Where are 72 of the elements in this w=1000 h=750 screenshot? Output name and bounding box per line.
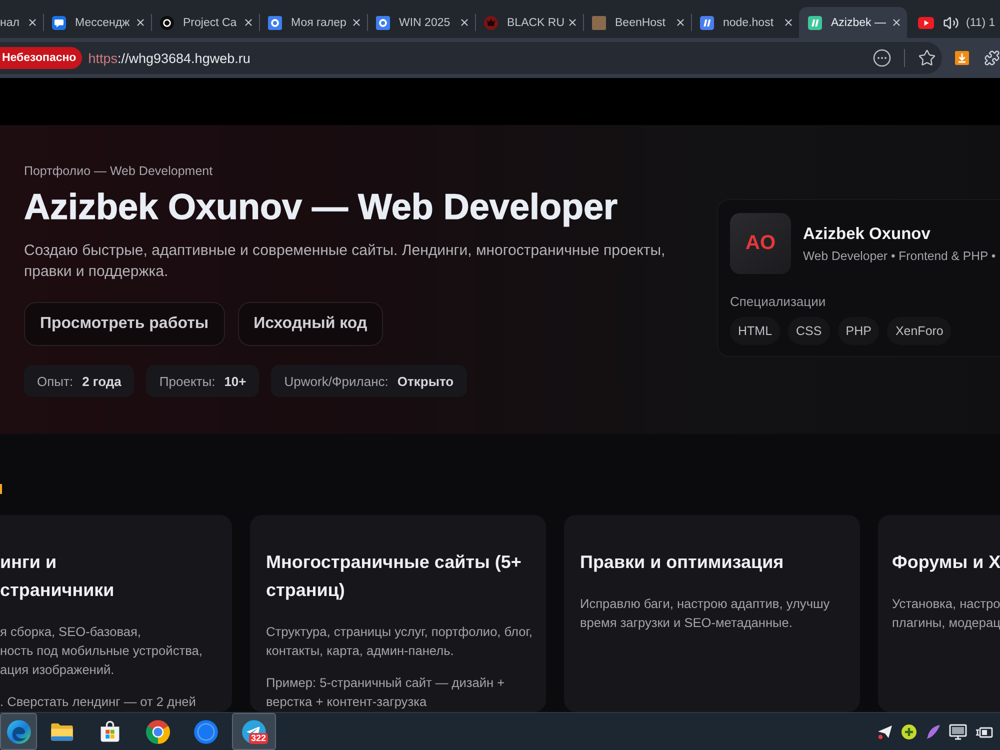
service-text: Пример: 5-страничный сайт — дизайн + верстка + контент-загрузка — [266, 674, 506, 711]
close-icon[interactable] — [783, 17, 794, 28]
profile-role: Web Developer • Frontend & PHP • — [803, 248, 996, 262]
service-title: инги и страничники — [0, 551, 116, 602]
download-icon[interactable] — [955, 51, 969, 65]
close-icon[interactable] — [351, 17, 362, 28]
close-icon[interactable] — [459, 17, 470, 28]
skills-label: Специализации — [730, 294, 827, 309]
not-secure-label[interactable]: Небезопасно — [0, 47, 82, 69]
address-field[interactable]: Небезопасно https://whg93684.hgweb.ru — [0, 42, 942, 74]
close-icon[interactable] — [135, 17, 146, 28]
close-icon[interactable] — [891, 17, 902, 28]
skill-tag: PHP — [838, 317, 880, 345]
intro-text: Создаю быстрые, адаптивные и современные сайты. Лендинги, многостраничные проекты, правки и поддержка. — [24, 241, 666, 282]
profile-name: Azizbek Oxunov — [803, 224, 932, 244]
service-text: . Сверстать лендинг — от 2 дней — [0, 693, 197, 711]
accent-mark — [0, 484, 2, 494]
plus-circle-icon[interactable] — [901, 724, 917, 740]
service-text: Исправлю баги, настрою адаптив, улучшу время загрузки и SEO-метаданные. — [580, 595, 831, 632]
browser-tab[interactable]: Моя галер — [259, 7, 367, 38]
browser-tab[interactable]: WIN 2025 — [367, 7, 475, 38]
bookmark-star-icon[interactable] — [918, 49, 936, 67]
skill-tag: CSS — [788, 317, 830, 345]
browser-tab[interactable]: node.host — [691, 7, 799, 38]
browser-tab[interactable]: нал — [0, 7, 43, 38]
stat-label: Опыт: — [37, 374, 74, 388]
swirl-logo-icon — [6, 718, 32, 744]
skill-tag: HTML — [730, 317, 780, 345]
close-icon[interactable] — [675, 17, 686, 28]
skill-tag: XenForo — [887, 317, 952, 345]
play-button-icon — [918, 16, 934, 28]
square-logo-icon — [376, 16, 390, 30]
stat-label: Upwork/Фриланс: — [284, 374, 388, 388]
taskbar-button[interactable]: 322 — [232, 713, 276, 750]
close-icon[interactable] — [567, 17, 578, 28]
feather-icon[interactable] — [925, 724, 941, 740]
notification-badge: 322 — [248, 733, 268, 744]
browser-tab[interactable]: Project Ca — [151, 7, 259, 38]
speaker-icon[interactable] — [943, 14, 959, 30]
emblem-icon — [484, 16, 498, 30]
browser-tab[interactable]: Мессендж — [43, 7, 151, 38]
eyebrow-text: Портфолио — Web Development — [24, 163, 213, 179]
round-logo-icon — [193, 718, 219, 744]
ring-logo-icon — [145, 718, 171, 744]
image-thumbnail-icon — [592, 16, 606, 30]
action-button[interactable]: Просмотреть работы — [24, 302, 225, 346]
stat-value: 10+ — [224, 374, 246, 388]
action-button[interactable]: Исходный код — [238, 302, 384, 346]
stat-value: 2 года — [82, 374, 122, 388]
monitor-icon[interactable] — [949, 724, 967, 740]
service-text: Установка, настро плагины, модерац — [892, 595, 1000, 632]
service-title: Правки и оптимизация — [580, 551, 785, 574]
paper-plane-icon[interactable] — [877, 724, 893, 740]
more-options-icon[interactable] — [873, 49, 891, 67]
browser-tab[interactable]: (11) 1 — [907, 7, 1000, 38]
browser-tab[interactable]: BeenHost — [583, 7, 691, 38]
service-text: Структура, страницы услуг, портфолио, блог, контакты, карта, админ-панель. — [266, 623, 530, 660]
extension-icon[interactable] — [984, 50, 1000, 66]
avatar-initials: AO — [730, 213, 791, 274]
close-icon[interactable] — [243, 17, 254, 28]
service-title: Многостраничные сайты (5+ страниц) — [266, 551, 522, 602]
url-text: https://whg93684.hgweb.ru — [88, 50, 250, 66]
chat-bubble-icon — [52, 16, 66, 30]
browser-tab[interactable]: BLACK RU — [475, 7, 583, 38]
close-icon[interactable] — [27, 17, 38, 28]
page-title: Azizbek Oxunov — Web Developer — [24, 187, 618, 227]
round-logo-icon — [160, 16, 174, 30]
square-logo-icon — [268, 16, 282, 30]
browser-tab[interactable]: Azizbek — — [799, 7, 907, 38]
service-text: я сборка, SEO-базовая, ность под мобильные устройства, ация изображений. — [0, 623, 204, 679]
stat-label: Проекты: — [159, 374, 216, 388]
stat-value: Открыто — [397, 374, 454, 388]
